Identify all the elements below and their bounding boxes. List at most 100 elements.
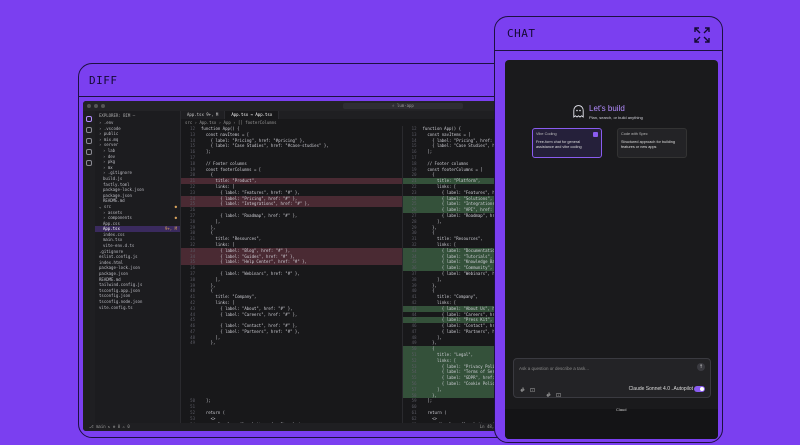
code-text: links: [ (422, 299, 457, 305)
tab-app-tsx-diff[interactable]: App.tsx ↔ App.tsx (225, 111, 280, 119)
file-tree-label: › pkg (103, 159, 116, 165)
code-text: const footerColumns = [ (201, 166, 262, 172)
minimize-dot[interactable] (94, 104, 98, 108)
code-text: { label: "Blog", href: "#" }, (201, 247, 291, 253)
file-tree-label: tsconfig.node.json (99, 299, 143, 304)
strip-model-label: Claud (616, 407, 627, 412)
code-text: <> (201, 415, 216, 421)
chat-composer: ↑ # ⊡ Claude Sonnet 4.0 ⌄ Autopilot (513, 358, 711, 398)
code-text: { label: "Guides", href: "#" }, (201, 253, 295, 259)
code-text: title: "Resources", (201, 236, 262, 242)
code-text: links: [ (422, 183, 457, 189)
file-tree-label: › components (103, 215, 132, 221)
close-dot[interactable] (87, 104, 91, 108)
code-text: title: "Company", (422, 294, 478, 300)
maximize-dot[interactable] (101, 104, 105, 108)
command-search[interactable]: ⌕ lum-app (343, 103, 463, 109)
code-text: ]; (201, 398, 211, 404)
expand-icon[interactable] (694, 27, 710, 43)
code-text: { (422, 172, 435, 178)
code-text: return ( (422, 410, 447, 416)
code-text: ], (422, 334, 442, 340)
file-tree-label: package-lock.json (103, 187, 144, 193)
chat-title: CHAT (507, 27, 536, 40)
window-controls[interactable] (87, 104, 105, 108)
code-text: // Footer columns (422, 160, 469, 166)
file-tree-label: README.md (99, 276, 121, 282)
selected-check-icon (593, 132, 598, 137)
code-text: { label: "Careers", href: "#" }, (201, 311, 298, 317)
file-tree-label: package.json (103, 192, 132, 198)
model-selector[interactable]: Claude Sonnet 4.0 (629, 386, 670, 392)
explorer-sidebar: EXPLORER: BIM ⋯ › .env › .vscode › public ›… (95, 111, 181, 423)
context-hash-icon[interactable]: # (520, 387, 525, 394)
code-text: function App() { (201, 126, 240, 131)
strip-image-icon[interactable]: ⊡ (556, 392, 561, 399)
ghost-logo-icon (573, 105, 584, 118)
mode-vibe-coding[interactable]: Vibe Coding Free-form chat for general a… (532, 128, 602, 158)
file-tree-item[interactable]: vite.config.ts (95, 305, 180, 311)
file-tree-label: › .env (99, 120, 114, 125)
file-tree-label: .gitignore (99, 248, 124, 254)
welcome-subheading: Plan, search, or build anything (589, 115, 643, 120)
chat-header: CHAT (495, 17, 722, 51)
autopilot-toggle[interactable] (694, 386, 705, 392)
code-text: ], (201, 218, 221, 224)
file-tree-label: index.css (103, 231, 125, 237)
file-tree-label: build.js (103, 175, 123, 181)
diff-title: DIFF (89, 73, 118, 87)
code-text: links: [ (201, 241, 235, 247)
run-debug-icon[interactable] (86, 149, 92, 155)
code-text: const navItems = [ (201, 131, 250, 137)
code-text: { label: "Features", href: "#" }, (201, 189, 300, 195)
code-text: { label: "About", href: "#" }, (201, 305, 293, 311)
strip-hash-icon[interactable]: # (546, 392, 551, 399)
explorer-header: EXPLORER: BIM ⋯ (99, 113, 136, 118)
code-text: { (422, 346, 435, 352)
code-text: { label: "Integrations", href: "#" }, (201, 201, 310, 207)
mode-title: Code with Spec (621, 132, 648, 136)
file-tree-label: App.css (103, 220, 120, 226)
file-tree-label: › public (99, 131, 119, 137)
explorer-icon[interactable] (86, 116, 92, 122)
file-tree-label: › .vscode (99, 125, 121, 131)
file-tree-label: › .gitignore (103, 170, 132, 176)
code-text: ], (422, 386, 442, 392)
original-pane[interactable]: 12 function App() {13 const navItems = [1… (181, 126, 403, 423)
mode-description: Structured approach for building feature… (621, 140, 676, 149)
code-text: ], (422, 218, 442, 224)
file-tree-label: › assets (103, 209, 123, 215)
file-tree-label: App.tsx (103, 226, 120, 232)
file-tree-label: tailwind.config.js (99, 282, 143, 288)
file-tree-label: index.html (99, 259, 124, 265)
code-text: { label: "Case Studies", href: "#case-st… (201, 143, 329, 149)
search-icon[interactable] (86, 127, 92, 133)
source-control-icon[interactable] (86, 138, 92, 144)
code-text: { label: "Pricing", href: "#" }, (201, 195, 298, 201)
file-tree-label: eslint.config.js (99, 254, 138, 260)
image-attach-icon[interactable]: ⊡ (530, 387, 535, 394)
code-text: title: "Resources", (422, 236, 483, 242)
tab-app-tsx[interactable]: App.tsx 9+, M (181, 111, 226, 119)
chat-input[interactable] (519, 364, 679, 372)
file-tree-label: tsconfig.app.json (99, 287, 140, 293)
chat-panel: CHAT Let's build Plan, search, or build … (494, 16, 723, 443)
code-text: { (422, 288, 435, 294)
code-text: title: "Legal", (422, 352, 474, 358)
code-text: // Footer columns (201, 160, 247, 166)
status-branch[interactable]: ⎇ main ↻ ⊗ 0 ⚠ 0 (89, 424, 130, 429)
code-text: }, (201, 282, 216, 288)
send-button[interactable]: ↑ (697, 363, 705, 371)
mode-code-with-spec[interactable]: Code with Spec Structured approach for b… (617, 128, 687, 158)
file-tree-label: package.json (99, 271, 128, 277)
code-text: <> (422, 415, 437, 421)
mode-description: Free-form chat for general assistance an… (536, 140, 582, 149)
extensions-icon[interactable] (86, 160, 92, 166)
chat-window: Let's build Plan, search, or build anyth… (505, 60, 718, 439)
code-text: ]; (422, 149, 433, 155)
file-tree-label: › lab (103, 147, 116, 153)
welcome-heading: Let's build (589, 104, 625, 113)
file-tree-label: package-lock.json (99, 265, 140, 271)
code-text: { label: "Contact", href: "#" }, (201, 323, 298, 329)
code-text: { label: "Webinars", href: "#" }, (201, 270, 300, 276)
